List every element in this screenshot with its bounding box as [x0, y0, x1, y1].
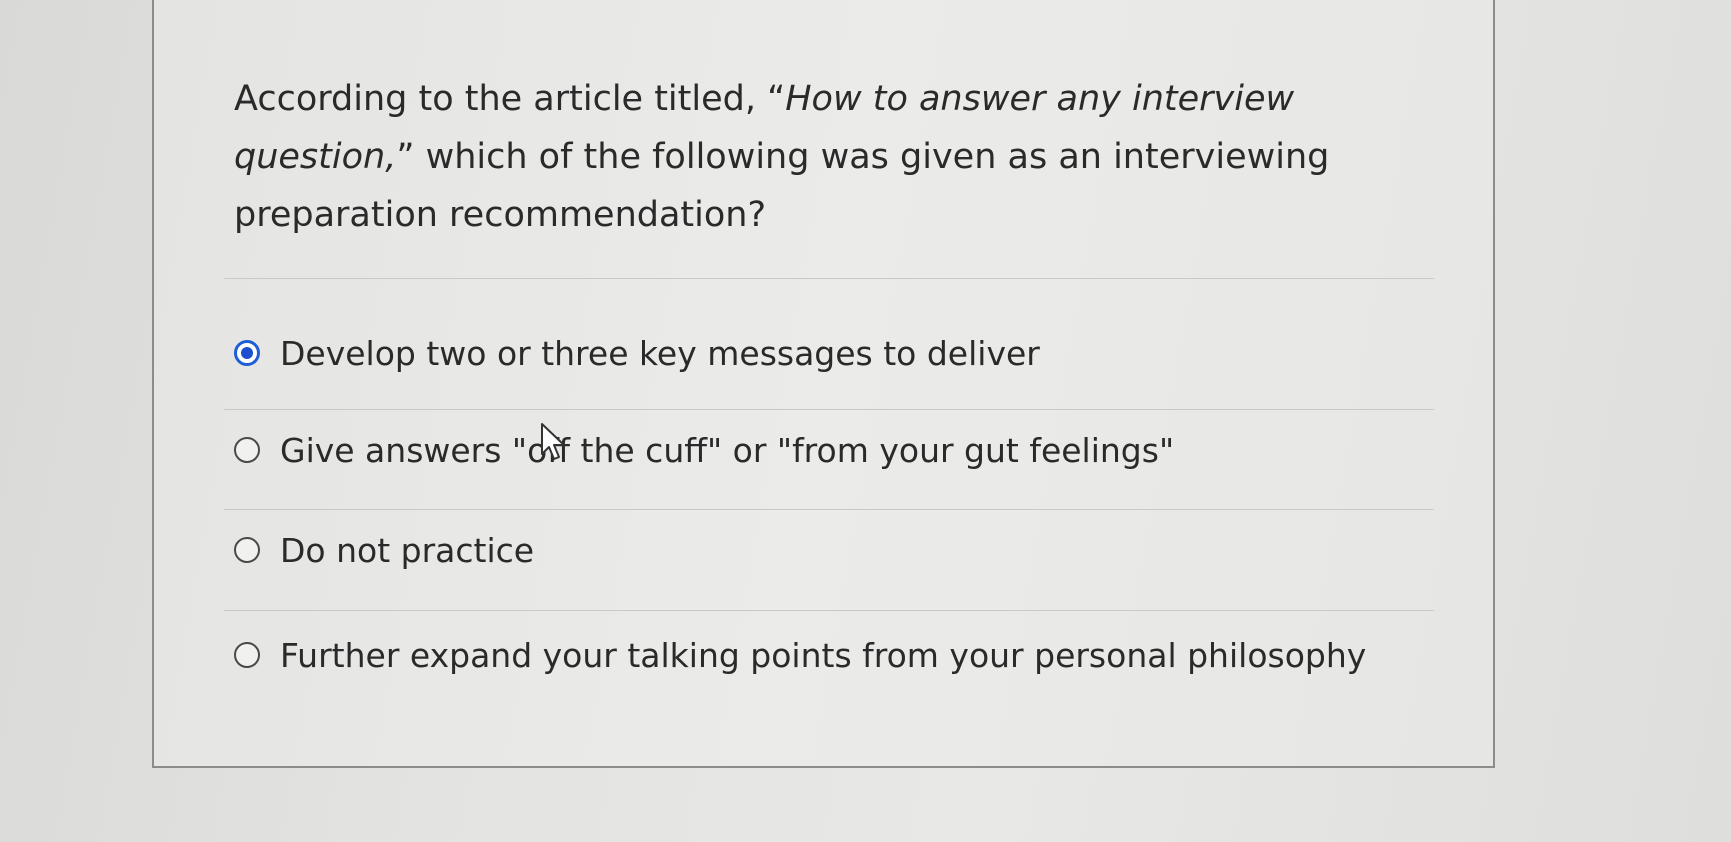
question-prefix: According to the article titled, “ — [234, 79, 786, 119]
answer-option-2[interactable]: Give answers "off the cuff" or "from you… — [234, 425, 1174, 475]
answer-label: Further expand your talking points from … — [280, 635, 1367, 675]
answer-option-1[interactable]: Develop two or three key messages to del… — [234, 328, 1040, 378]
question-card: According to the article titled, “How to… — [152, 0, 1495, 768]
answer-option-3[interactable]: Do not practice — [234, 525, 534, 575]
radio-button[interactable] — [234, 437, 260, 463]
answer-option-4[interactable]: Further expand your talking points from … — [234, 630, 1366, 680]
question-suffix: ” which of the following was given as an… — [234, 137, 1330, 235]
answer-label: Give answers "off the cuff" or "from you… — [280, 430, 1175, 470]
divider — [224, 509, 1434, 510]
question-text: According to the article titled, “How to… — [234, 70, 1384, 244]
radio-button-selected[interactable] — [234, 340, 260, 366]
divider — [224, 610, 1434, 611]
divider — [224, 278, 1434, 279]
divider — [224, 409, 1434, 410]
mouse-pointer-icon — [541, 423, 565, 460]
answer-label: Develop two or three key messages to del… — [280, 333, 1040, 373]
answer-label: Do not practice — [280, 530, 535, 570]
radio-button[interactable] — [234, 642, 260, 668]
radio-button[interactable] — [234, 537, 260, 563]
